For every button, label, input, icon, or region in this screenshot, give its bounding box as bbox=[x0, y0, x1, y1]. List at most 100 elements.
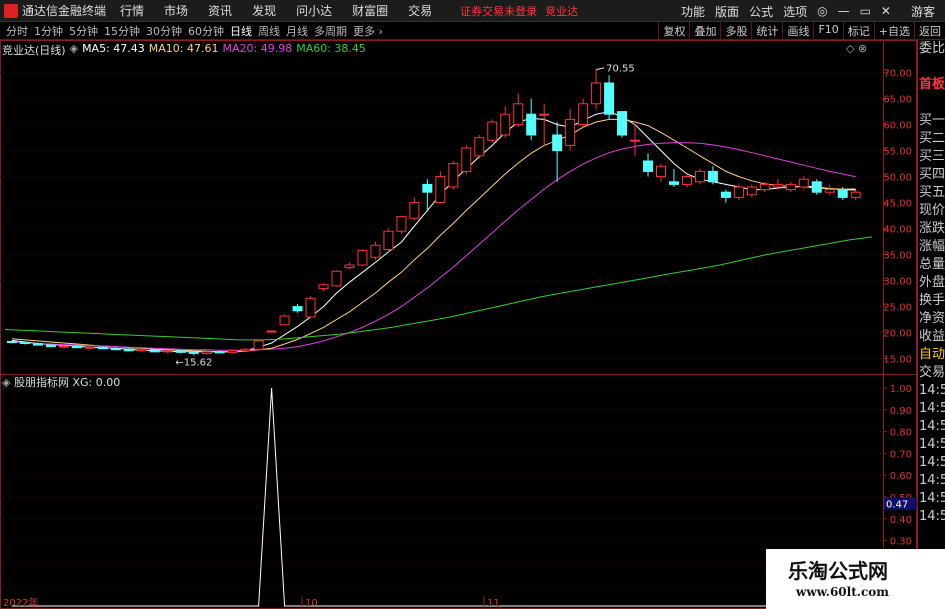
price-tick-label: 55.00 bbox=[883, 147, 912, 158]
period-15min[interactable]: 15分钟 bbox=[104, 23, 140, 39]
candle-body bbox=[201, 351, 212, 354]
tool-fuquan[interactable]: 复权 bbox=[658, 22, 689, 40]
side-row: 买三 bbox=[919, 149, 945, 164]
side-row: 委比 bbox=[919, 41, 945, 56]
tool-duogu[interactable]: 多股 bbox=[720, 22, 751, 40]
sub-tick-label: 0.70 bbox=[890, 449, 912, 460]
period-60min[interactable]: 60分钟 bbox=[188, 23, 224, 39]
period-30min[interactable]: 30分钟 bbox=[146, 23, 182, 39]
menu-item-zixun[interactable]: 资讯 bbox=[208, 2, 232, 19]
candle-body bbox=[71, 345, 82, 349]
tool-add-watchlist[interactable]: +自选 bbox=[873, 22, 914, 40]
indicator-toggle-icon[interactable]: ◈ bbox=[70, 42, 78, 56]
main-chart-title: 竞业达(日线) bbox=[2, 44, 66, 57]
tool-diejia[interactable]: 叠加 bbox=[689, 22, 720, 40]
side-row: 买一 bbox=[919, 113, 945, 128]
period-daily[interactable]: 日线 bbox=[230, 23, 252, 39]
ma60-label: MA60: 38.45 bbox=[296, 42, 366, 55]
sub-chart-title: 股朋指标网 bbox=[13, 376, 69, 389]
candle-body bbox=[746, 186, 757, 196]
ma-line-ma20 bbox=[11, 142, 856, 351]
help-icon[interactable]: ◎ bbox=[817, 4, 827, 18]
side-row: 买四 bbox=[919, 167, 945, 182]
app-logo-icon bbox=[4, 3, 18, 18]
watermark-title: 乐淘公式网 bbox=[788, 559, 888, 583]
app-title: 通达信金融终端 bbox=[22, 4, 107, 18]
period-5min[interactable]: 5分钟 bbox=[69, 23, 98, 39]
close-icon[interactable]: ✕ bbox=[881, 4, 891, 18]
login-status[interactable]: 证券交易未登录 bbox=[460, 3, 537, 19]
side-row: 14:55 bbox=[919, 401, 945, 416]
menu-item-jiaoyi[interactable]: 交易 bbox=[408, 2, 432, 19]
candle-body bbox=[552, 134, 563, 152]
menu-item-faxian[interactable]: 发现 bbox=[252, 2, 276, 19]
candle-body bbox=[370, 244, 381, 258]
minimize-icon[interactable]: — bbox=[838, 4, 850, 18]
candle-body bbox=[45, 344, 56, 348]
price-tick-label: 65.00 bbox=[883, 95, 912, 106]
menu-item-gongneng[interactable]: 功能 bbox=[681, 3, 705, 20]
candle-body bbox=[97, 346, 108, 350]
side-row: 交易 bbox=[919, 365, 945, 380]
menu-bar: 通达信金融终端 行情 市场 资讯 发现 问小达 财富圈 交易 证券交易未登录 竞… bbox=[0, 0, 945, 22]
period-more-label: 更多 bbox=[353, 24, 375, 38]
menu-item-hangqing[interactable]: 行情 bbox=[120, 2, 144, 19]
candle-body bbox=[149, 349, 160, 353]
side-row: 自动 bbox=[919, 347, 945, 362]
tool-tongji[interactable]: 统计 bbox=[751, 22, 782, 40]
menu-item-shichang[interactable]: 市场 bbox=[164, 2, 188, 19]
candle-body bbox=[785, 183, 796, 191]
panel-toggle-icons[interactable]: ◇ ⊗ bbox=[846, 42, 867, 55]
menu-item-banmian[interactable]: 版面 bbox=[715, 3, 739, 20]
side-row: 总量 bbox=[919, 257, 945, 272]
tool-back[interactable]: 返回 bbox=[914, 22, 945, 40]
candle-body bbox=[318, 284, 329, 289]
candle-body bbox=[656, 165, 666, 178]
ma20-label: MA20: 49.98 bbox=[222, 42, 293, 55]
side-row: 外盘 bbox=[919, 275, 945, 290]
ma10-label: MA10: 47.61 bbox=[148, 42, 219, 55]
candle-body bbox=[279, 315, 290, 326]
sub-indicator-icon[interactable]: ◈ bbox=[2, 376, 10, 389]
tool-f10[interactable]: F10 bbox=[813, 22, 842, 40]
guest-user[interactable]: 游客 bbox=[911, 3, 935, 20]
candle-body bbox=[240, 348, 251, 352]
candle-body bbox=[214, 351, 225, 354]
period-weekly[interactable]: 周线 bbox=[258, 23, 280, 39]
candle-body bbox=[110, 348, 121, 351]
tool-huaxian[interactable]: 画线 bbox=[782, 22, 813, 40]
candle-body bbox=[668, 181, 679, 185]
candle-body bbox=[305, 297, 316, 318]
candle-body bbox=[292, 306, 303, 312]
side-row: 14:56 bbox=[919, 437, 945, 452]
kline-chart-area[interactable]: 15.00 20.00 25.00 30.00 35.00 40.00 45.00 50.00… bbox=[0, 40, 917, 609]
period-1min[interactable]: 1分钟 bbox=[34, 23, 63, 39]
candle-body bbox=[266, 330, 277, 333]
period-multi[interactable]: 多周期 bbox=[314, 23, 347, 39]
date-label-oct: 10 bbox=[305, 598, 318, 609]
candle-body bbox=[357, 249, 368, 266]
sub-tick-label: 0.30 bbox=[890, 537, 912, 548]
side-row: 14:56 bbox=[919, 509, 945, 524]
chart-tools: 复权 叠加 多股 统计 画线 F10 标记 +自选 返回 bbox=[658, 22, 945, 40]
menu-item-wenxiaoda[interactable]: 问小达 bbox=[296, 2, 332, 19]
candle-body bbox=[604, 82, 615, 115]
candle-body bbox=[435, 176, 446, 204]
period-more[interactable]: 更多 › bbox=[353, 23, 383, 39]
candle-body bbox=[227, 350, 238, 353]
maximize-icon[interactable]: ▭ bbox=[860, 4, 871, 18]
quote-side-panel: 委比 首板 买一 买二 买三 买四 买五 现价 涨跌 涨幅 总量 外盘 换手 净… bbox=[917, 40, 945, 609]
xg-label: XG: 0.00 bbox=[72, 376, 121, 389]
menu-item-caifuquan[interactable]: 财富圈 bbox=[352, 2, 388, 19]
candle-body bbox=[513, 103, 524, 126]
menu-item-gongshi[interactable]: 公式 bbox=[749, 3, 773, 20]
side-row: 14:56 bbox=[919, 491, 945, 506]
period-fenshi[interactable]: 分时 bbox=[6, 23, 28, 39]
price-tick-label: 25.00 bbox=[883, 303, 912, 314]
tool-biaoji[interactable]: 标记 bbox=[842, 22, 874, 40]
candle-body bbox=[123, 348, 134, 352]
side-row: 首板 bbox=[919, 77, 945, 92]
side-row bbox=[918, 94, 945, 112]
period-monthly[interactable]: 月线 bbox=[286, 23, 308, 39]
menu-item-xuanxiang[interactable]: 选项 bbox=[783, 3, 807, 20]
